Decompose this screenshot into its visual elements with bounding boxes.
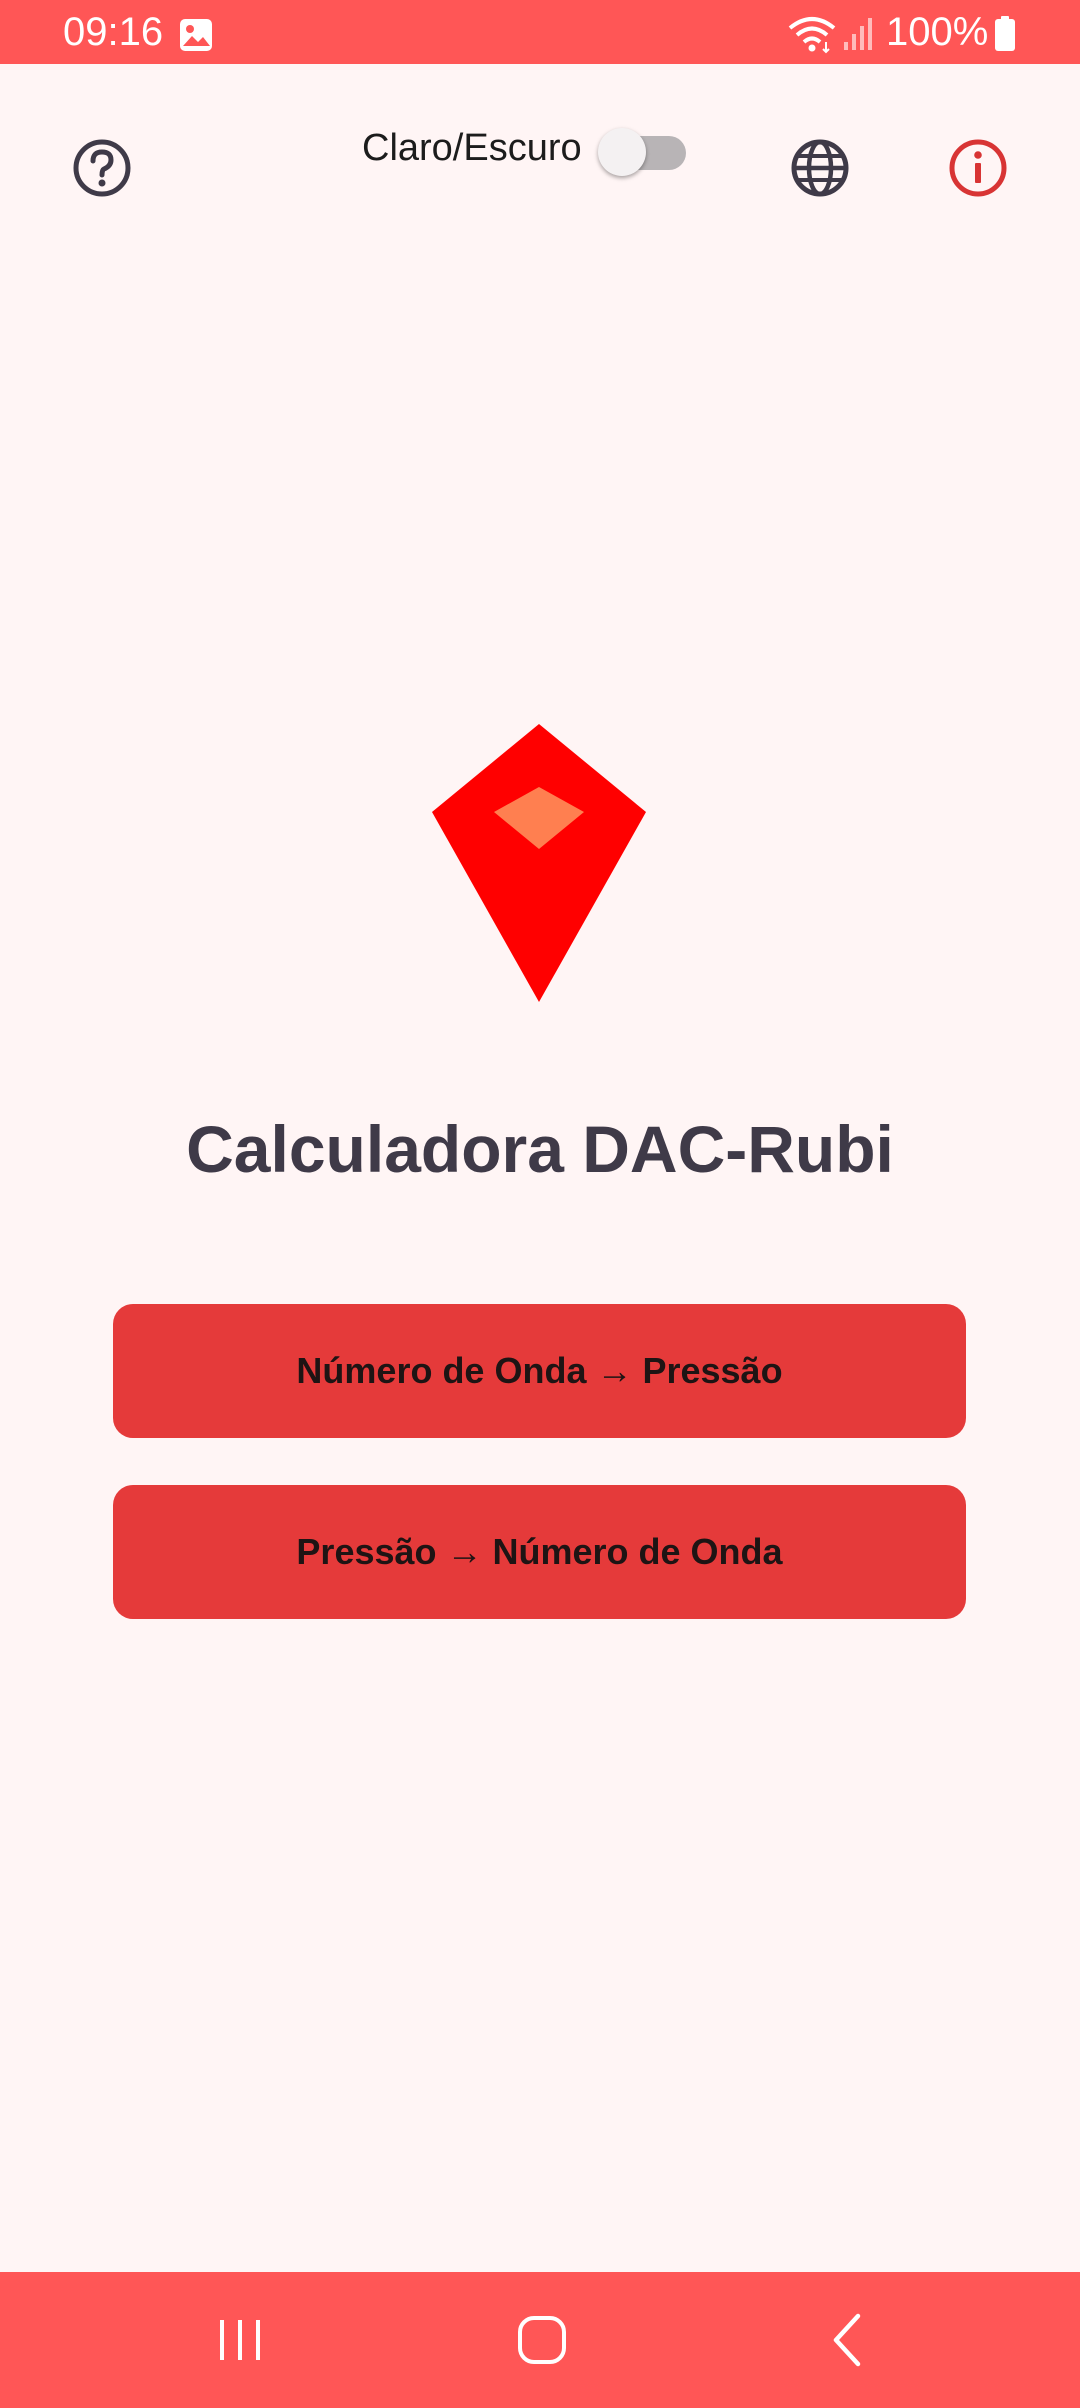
app-title: Calculadora DAC-Rubi (186, 1112, 894, 1186)
battery-icon (995, 16, 1015, 51)
home-icon[interactable] (514, 2312, 570, 2368)
info-circle-icon[interactable] (948, 138, 1008, 198)
top-app-bar: Claro/Escuro (0, 64, 1080, 274)
navigation-bar (0, 2272, 1080, 2408)
pressure-to-wavenumber-button[interactable]: Pressão → Número de Onda (113, 1485, 966, 1619)
wavenumber-to-pressure-button[interactable]: Número de Onda → Pressão (113, 1304, 966, 1438)
back-icon[interactable] (826, 2310, 866, 2370)
globe-icon[interactable] (790, 138, 850, 198)
help-circle-icon[interactable] (72, 138, 132, 198)
toggle-thumb (598, 128, 646, 176)
status-time: 09:16 (63, 10, 164, 54)
app-screen: 09:16 100% Claro/Escuro Calculadora DAC-… (0, 0, 1080, 2408)
recents-icon[interactable] (214, 2314, 266, 2366)
wifi-icon (788, 17, 836, 54)
status-bar: 09:16 100% (0, 0, 1080, 64)
signal-icon (844, 18, 872, 50)
ruby-gem-logo (432, 724, 646, 1002)
battery-level: 100% (886, 10, 989, 54)
theme-toggle-label: Claro/Escuro (362, 127, 582, 169)
theme-toggle-switch[interactable] (598, 128, 690, 176)
gallery-icon (180, 19, 212, 51)
